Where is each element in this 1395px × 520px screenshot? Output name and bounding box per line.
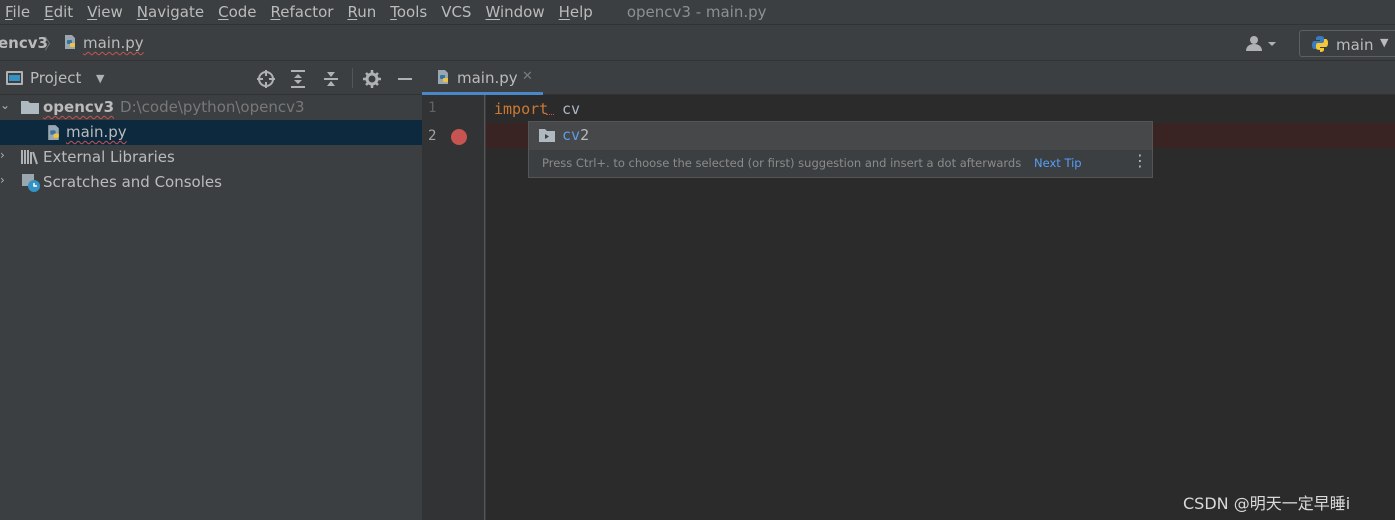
project-view-icon [6,71,23,85]
error-underline [546,111,554,115]
more-options-icon[interactable]: ⋮ [1132,151,1148,171]
chevron-down-icon[interactable]: ▼ [96,72,104,85]
chevron-down-icon: ▼ [1380,36,1389,49]
locate-file-icon[interactable] [256,69,276,89]
menu-view[interactable]: View [81,4,131,20]
run-configuration-label: main [1336,36,1374,54]
tab-main-py[interactable]: main.py ✕ [422,61,543,95]
menu-vcs[interactable]: VCS [435,4,479,20]
next-tip-link[interactable]: Next Tip [1034,156,1082,170]
breakpoint-icon[interactable] [451,129,467,145]
line-number: 2 [428,128,437,144]
project-panel-title[interactable]: Project [30,69,81,87]
folder-icon [21,101,39,114]
menu-navigate[interactable]: Navigate [131,4,212,20]
python-file-icon [48,125,59,140]
project-root-path: D:\code\python\opencv3 [120,98,305,116]
project-tree: ⌄ opencv3 D:\code\python\opencv3 main.py … [0,95,422,520]
tree-item-main-py[interactable]: main.py [0,120,422,145]
menu-file[interactable]: File [0,4,38,20]
scratches-icon [22,174,40,192]
tree-item-external-libraries[interactable]: › External Libraries [0,145,422,170]
breadcrumb-project[interactable]: encv3 [0,34,48,52]
code-identifier: cv [562,100,581,118]
editor-gutter: 1 2 [422,95,485,520]
chevron-down-icon[interactable]: ⌄ [0,98,10,112]
navigation-bar: encv3 〉 main.py main ▼ [0,24,1395,61]
gear-icon[interactable] [362,69,382,89]
code-keyword: import [494,100,549,118]
python-file-icon [438,70,448,84]
python-file-icon [65,35,75,49]
expand-all-icon[interactable] [288,69,308,89]
hide-panel-icon[interactable] [395,69,415,89]
tree-item-scratches[interactable]: › Scratches and Consoles [0,170,422,195]
menu-run[interactable]: Run [341,4,384,20]
completion-item-label: cv2 [562,126,590,144]
breadcrumb-separator: 〉 [44,35,60,53]
tree-scratches-label: Scratches and Consoles [43,173,222,191]
code-completion-popup: cv2 Press Ctrl+. to choose the selected … [528,121,1153,178]
menu-tools[interactable]: Tools [384,4,435,20]
package-icon [539,129,555,142]
python-icon [1312,36,1328,52]
tree-item-project-root[interactable]: ⌄ opencv3 D:\code\python\opencv3 [0,95,422,120]
user-account-icon[interactable] [1244,34,1280,54]
menu-bar: File Edit View Navigate Code Refactor Ru… [0,0,1395,24]
code-line[interactable]: import cv [486,97,1395,122]
menu-window[interactable]: Window [479,4,552,20]
line-number: 1 [428,100,437,116]
completion-item[interactable]: cv2 [529,122,1152,150]
chevron-right-icon[interactable]: › [0,173,5,187]
window-title: opencv3 - main.py [626,3,767,21]
project-root-name: opencv3 [43,98,115,116]
completion-hint: Press Ctrl+. to choose the selected (or … [542,156,1022,170]
menu-refactor[interactable]: Refactor [265,4,342,20]
close-icon[interactable]: ✕ [522,69,533,84]
editor-tab-bar: main.py ✕ [422,61,1395,95]
tree-file-label: main.py [66,123,127,141]
menu-code[interactable]: Code [212,4,264,20]
project-tool-window-header: Project ▼ [0,61,422,95]
watermark: CSDN @明天一定早睡i [1183,494,1351,513]
library-icon [21,150,38,165]
tree-external-label: External Libraries [43,148,175,166]
menu-help[interactable]: Help [553,4,601,20]
tab-label: main.py [457,69,518,87]
toolbar-divider [352,68,353,88]
run-configuration-selector[interactable]: main ▼ [1299,30,1395,57]
chevron-right-icon[interactable]: › [0,148,5,162]
collapse-all-icon[interactable] [321,69,341,89]
menu-edit[interactable]: Edit [38,4,81,20]
breadcrumb-file[interactable]: main.py [83,34,144,52]
